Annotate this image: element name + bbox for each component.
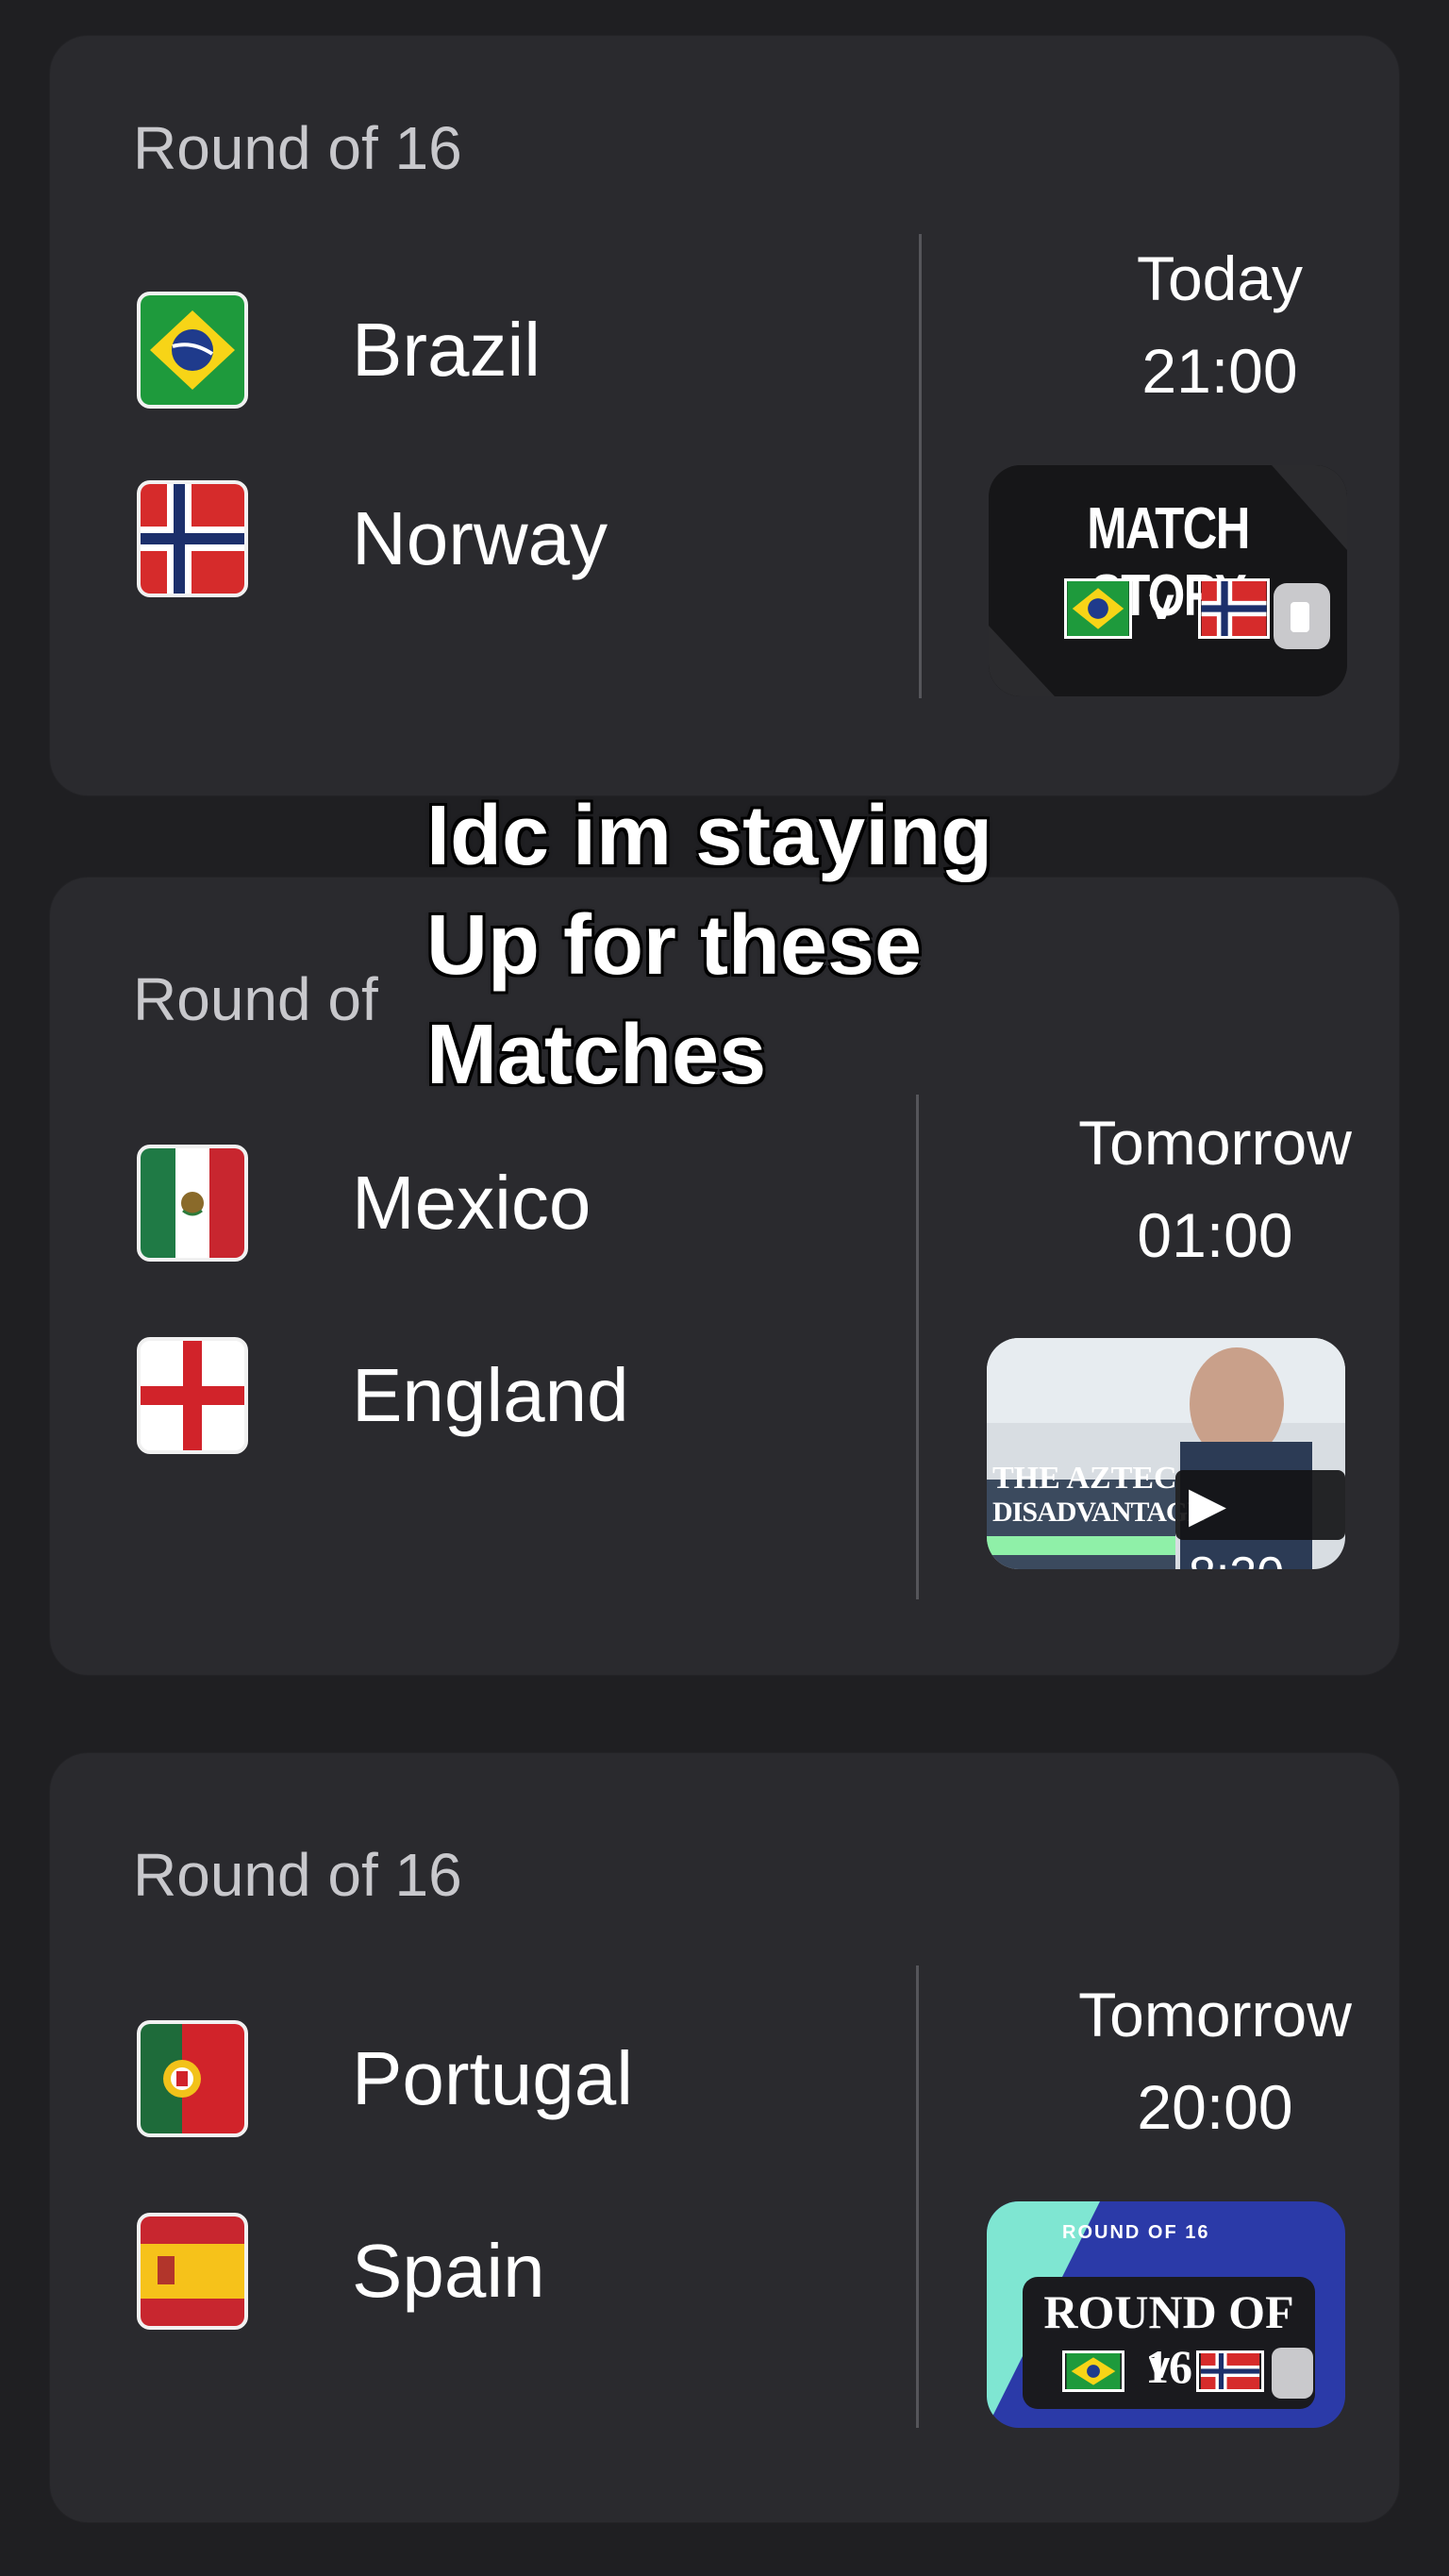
match-card-portugal-spain[interactable]: Round of 16 Portugal Spain Tomorrow 20:0…	[50, 1753, 1399, 2522]
team-row-home: Portugal	[137, 2017, 633, 2140]
round-of-16-thumbnail[interactable]: ROUND OF 16 ROUND OF 16 v	[987, 2201, 1345, 2428]
kickoff-time: Tomorrow 20:00	[1031, 1968, 1399, 2153]
brazil-flag-icon	[1064, 578, 1132, 639]
brazil-flag-icon	[137, 292, 248, 409]
team-name: Mexico	[352, 1161, 591, 1245]
versus-label: v	[1149, 579, 1174, 629]
england-flag-icon	[137, 1337, 248, 1454]
team-row-away: England	[137, 1334, 629, 1457]
team-name: Portugal	[352, 2036, 633, 2120]
kickoff-time: Today 21:00	[1041, 232, 1399, 417]
divider	[919, 234, 922, 698]
team-row-away: Norway	[137, 477, 608, 600]
kickoff-clock: 01:00	[1137, 1200, 1293, 1270]
team-name: England	[352, 1353, 629, 1437]
thumbnail-line1: THE AZTEC	[992, 1461, 1177, 1496]
norway-flag-icon	[1198, 578, 1270, 639]
norway-flag-icon	[1196, 2350, 1264, 2392]
spain-flag-icon	[137, 2213, 248, 2330]
team-row-home: Brazil	[137, 289, 541, 411]
video-thumbnail[interactable]: THE AZTEC DISADVANTAGE ▶ 8:30	[987, 1338, 1345, 1569]
cup-icon	[1274, 583, 1330, 649]
round-label: Round of	[133, 965, 378, 1033]
portugal-flag-icon	[137, 2020, 248, 2137]
round-label: Round of 16	[133, 1841, 462, 1909]
kickoff-day: Tomorrow	[1078, 1108, 1352, 1178]
team-row-away: Spain	[137, 2210, 545, 2333]
thumbnail-small-label: ROUND OF 16	[1062, 2222, 1210, 2243]
team-name: Brazil	[352, 308, 541, 392]
team-name: Norway	[352, 496, 608, 580]
team-row-home: Mexico	[137, 1142, 591, 1264]
thumbnail-line2: DISADVANTAGE	[992, 1497, 1206, 1528]
divider	[916, 1965, 919, 2428]
kickoff-clock: 20:00	[1137, 2072, 1293, 2142]
caption-line-1: Idc im staying	[426, 789, 993, 883]
versus-label: v	[1149, 2345, 1171, 2386]
kickoff-day: Today	[1136, 243, 1304, 313]
norway-flag-icon	[137, 480, 248, 597]
kickoff-day: Tomorrow	[1078, 1980, 1352, 2049]
video-duration: ▶ 8:30	[1175, 1470, 1345, 1569]
kickoff-clock: 21:00	[1141, 336, 1298, 406]
caption-line-2: Up for these	[426, 898, 923, 993]
overlay-caption: Idc im staying Up for these Matches	[426, 781, 992, 1110]
kickoff-time: Tomorrow 01:00	[1031, 1096, 1399, 1281]
divider	[916, 1095, 919, 1599]
mexico-flag-icon	[137, 1145, 248, 1262]
caption-line-3: Matches	[426, 1008, 767, 1102]
round-label: Round of 16	[133, 114, 462, 182]
match-card-brazil-norway[interactable]: Round of 16 Brazil Norway Today 21:00 MA…	[50, 36, 1399, 795]
cup-icon	[1272, 2348, 1313, 2399]
brazil-flag-icon	[1062, 2350, 1124, 2392]
team-name: Spain	[352, 2229, 545, 2313]
match-story-thumbnail[interactable]: MATCH STORY v	[989, 465, 1347, 696]
